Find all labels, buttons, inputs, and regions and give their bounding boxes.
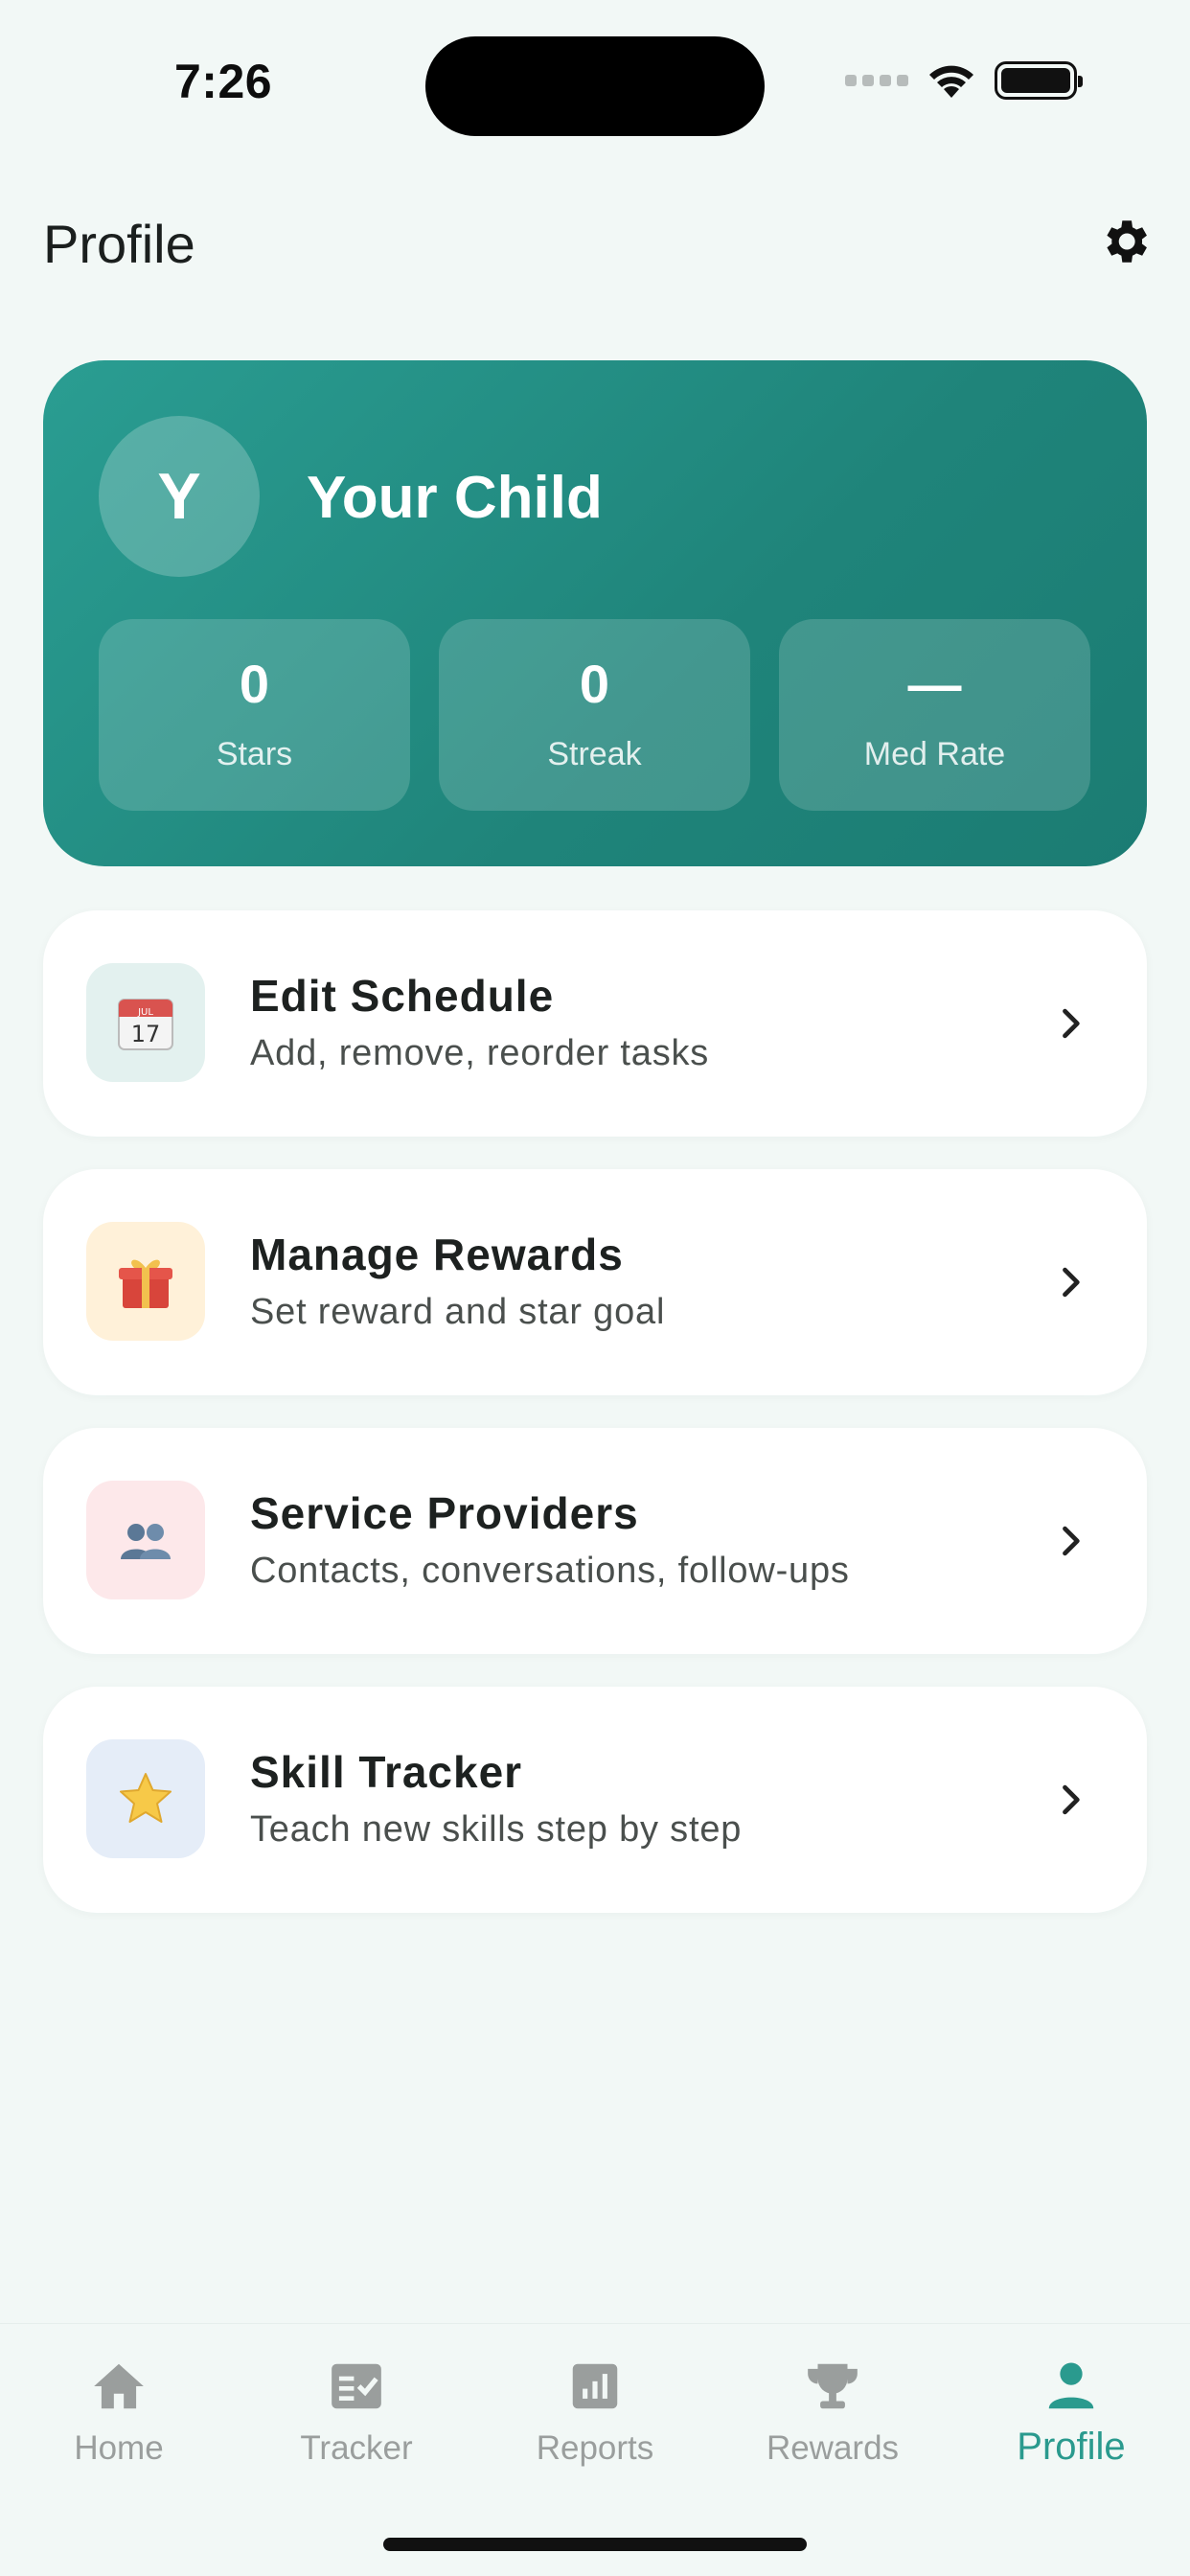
stat-label: Med Rate xyxy=(863,735,1006,772)
stats-row: 0 Stars 0 Streak — Med Rate xyxy=(99,619,1090,811)
skill-tracker-button[interactable]: Skill Tracker Teach new skills step by s… xyxy=(43,1687,1147,1913)
menu-title: Manage Rewards xyxy=(250,1230,624,1279)
child-profile-card: Y Your Child 0 Stars 0 Streak — Med Rate xyxy=(43,360,1147,866)
tab-label: Tracker xyxy=(300,2429,413,2467)
dynamic-island xyxy=(425,36,765,136)
home-icon xyxy=(94,2363,144,2409)
calendar-icon: JUL 17 xyxy=(86,963,205,1082)
gift-icon xyxy=(86,1222,205,1341)
stat-med-rate: — Med Rate xyxy=(779,619,1090,811)
tab-reports[interactable]: Reports xyxy=(499,2357,691,2491)
avatar: Y xyxy=(99,416,260,577)
stat-value: 0 xyxy=(239,653,270,714)
edit-schedule-button[interactable]: JUL 17 Edit Schedule Add, remove, reorde… xyxy=(43,910,1147,1137)
settings-button[interactable] xyxy=(1096,213,1154,270)
chevron-right-icon xyxy=(1063,1784,1080,1815)
tab-profile[interactable]: Profile xyxy=(975,2357,1167,2491)
tab-label: Rewards xyxy=(766,2429,900,2467)
child-name: Your Child xyxy=(307,465,603,531)
manage-rewards-button[interactable]: Manage Rewards Set reward and star goal xyxy=(43,1169,1147,1395)
stat-value: — xyxy=(907,653,962,714)
stat-label: Stars xyxy=(216,735,293,772)
menu-subtitle: Teach new skills step by step xyxy=(250,1809,743,1850)
tab-home[interactable]: Home xyxy=(23,2357,215,2491)
status-time: 7:26 xyxy=(174,55,273,108)
menu-subtitle: Contacts, conversations, follow-ups xyxy=(250,1551,850,1591)
cellular-signal-icon xyxy=(845,75,908,86)
menu-title: Skill Tracker xyxy=(250,1747,523,1797)
menu-title: Edit Schedule xyxy=(250,971,555,1021)
svg-text:JUL: JUL xyxy=(137,1007,153,1018)
service-providers-button[interactable]: Service Providers Contacts, conversation… xyxy=(43,1428,1147,1654)
stat-value: 0 xyxy=(579,653,610,714)
gear-icon xyxy=(1107,220,1147,263)
tab-label: Reports xyxy=(536,2429,654,2467)
home-indicator xyxy=(383,2538,807,2551)
menu-subtitle: Add, remove, reorder tasks xyxy=(250,1033,710,1073)
profile-screen: 7:26 Profile Y Your Child 0 Stars 0 Stre… xyxy=(0,0,1190,2576)
wifi-icon xyxy=(929,65,973,98)
chevron-right-icon xyxy=(1063,1267,1080,1298)
checklist-icon xyxy=(332,2363,381,2409)
chevron-right-icon xyxy=(1063,1008,1080,1039)
menu-subtitle: Set reward and star goal xyxy=(250,1292,666,1332)
stat-streak: 0 Streak xyxy=(439,619,750,811)
svg-text:17: 17 xyxy=(131,1021,161,1047)
people-icon xyxy=(86,1481,205,1599)
chevron-right-icon xyxy=(1063,1526,1080,1556)
menu-title: Service Providers xyxy=(250,1488,639,1538)
tab-tracker[interactable]: Tracker xyxy=(261,2357,452,2491)
trophy-icon xyxy=(808,2363,858,2409)
stat-stars: 0 Stars xyxy=(99,619,410,811)
stat-label: Streak xyxy=(547,735,642,772)
profile-menu: JUL 17 Edit Schedule Add, remove, reorde… xyxy=(43,910,1147,1945)
star-icon xyxy=(86,1739,205,1858)
tab-label: Home xyxy=(74,2429,164,2467)
tab-rewards[interactable]: Rewards xyxy=(737,2357,928,2491)
tab-label: Profile xyxy=(1017,2426,1126,2468)
page-title: Profile xyxy=(43,214,195,274)
status-icons xyxy=(845,61,1083,100)
battery-icon xyxy=(995,61,1083,100)
bar-chart-icon xyxy=(572,2363,618,2409)
person-icon xyxy=(1048,2362,1094,2409)
